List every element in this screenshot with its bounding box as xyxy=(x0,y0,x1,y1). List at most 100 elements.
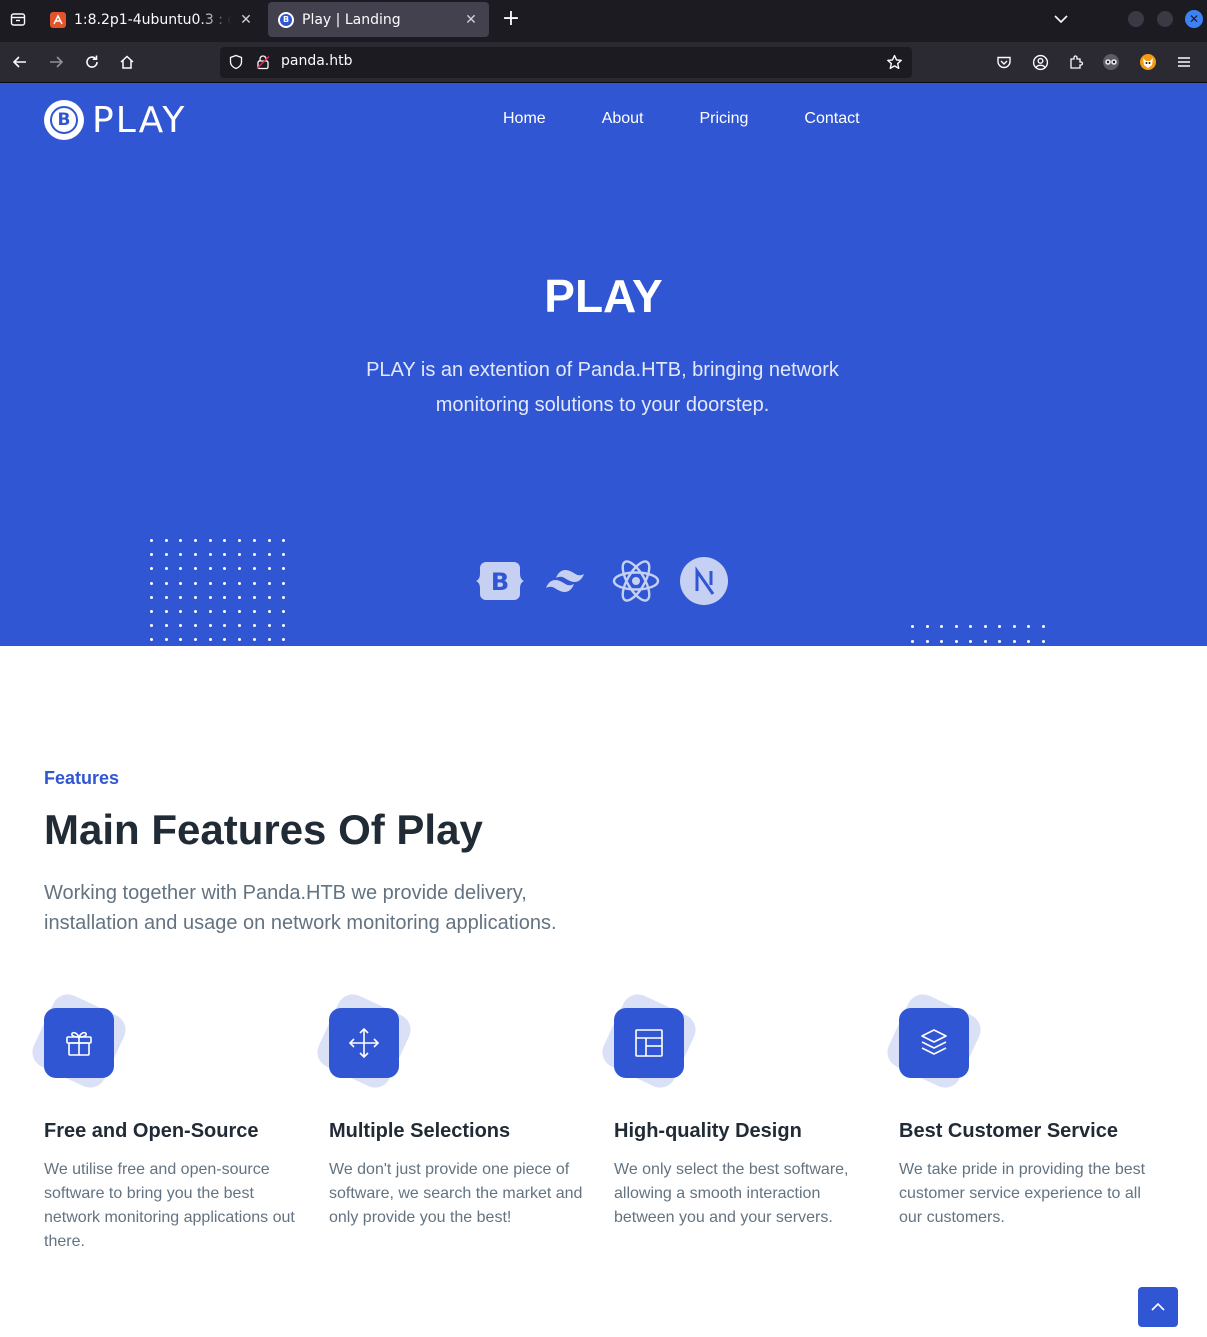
decorative-dot xyxy=(208,553,212,557)
new-tab-button[interactable]: + xyxy=(498,6,524,32)
maximize-window-button[interactable] xyxy=(1157,11,1173,27)
shield-icon[interactable] xyxy=(228,54,244,74)
tailwind-icon[interactable] xyxy=(544,557,592,605)
decorative-dot xyxy=(252,595,256,599)
close-tab-icon[interactable]: ✕ xyxy=(463,12,479,28)
decorative-dot xyxy=(223,638,227,642)
decorative-dot xyxy=(179,609,183,613)
decorative-dot xyxy=(252,539,256,542)
decorative-dot xyxy=(150,624,153,628)
decorative-dot xyxy=(150,539,153,542)
forward-icon[interactable] xyxy=(44,50,68,74)
decorative-dot xyxy=(1012,625,1016,628)
minimize-window-button[interactable] xyxy=(1128,11,1144,27)
features-tag: Features xyxy=(44,768,120,788)
address-bar[interactable]: panda.htb xyxy=(220,47,912,78)
play-favicon-icon: B xyxy=(278,11,294,28)
back-to-top-button[interactable] xyxy=(1138,1287,1178,1327)
feature-icon-wrap xyxy=(27,989,134,1093)
decorative-dot xyxy=(238,539,242,542)
back-icon[interactable] xyxy=(8,50,32,74)
nav-pricing[interactable]: Pricing xyxy=(700,110,749,128)
decorative-dot xyxy=(179,539,183,542)
bookmark-star-icon[interactable] xyxy=(886,54,903,75)
decorative-dot xyxy=(150,567,153,571)
reload-icon[interactable] xyxy=(80,50,104,74)
decorative-dot xyxy=(252,553,256,557)
decorative-dot xyxy=(267,581,271,585)
feature-card-open-source: Free and Open-Source We utilise free and… xyxy=(27,989,304,1250)
decorative-dot xyxy=(911,625,914,628)
decorative-dot xyxy=(208,624,212,628)
tab-play-landing[interactable]: B Play | Landing ✕ xyxy=(268,2,489,37)
decorative-dot xyxy=(267,553,271,557)
decorative-dot xyxy=(282,581,286,585)
feature-text: We utilise free and open-source software… xyxy=(44,1161,295,1250)
nav-about[interactable]: About xyxy=(602,110,644,128)
nav-contact[interactable]: Contact xyxy=(804,110,859,128)
react-icon[interactable] xyxy=(612,557,660,605)
decorative-dot xyxy=(238,553,242,557)
gift-icon xyxy=(44,1008,114,1078)
nav-home[interactable]: Home xyxy=(503,110,546,128)
decorative-dot xyxy=(282,567,286,571)
pocket-icon[interactable] xyxy=(992,50,1016,74)
extension-owl-icon[interactable] xyxy=(1099,50,1123,74)
decorative-dot xyxy=(223,539,227,542)
decorative-dot xyxy=(194,595,198,599)
account-icon[interactable] xyxy=(1028,50,1052,74)
insecure-lock-icon[interactable] xyxy=(255,54,271,74)
decorative-dot xyxy=(164,553,168,557)
decorative-dots-right xyxy=(911,625,1045,643)
decorative-dot xyxy=(925,625,929,628)
decorative-dot xyxy=(925,639,929,643)
hero-section: B PLAY Home About Pricing Contact PLAY P… xyxy=(0,83,1207,646)
decorative-dot xyxy=(267,609,271,613)
decorative-dot xyxy=(150,581,153,585)
nextjs-icon[interactable] xyxy=(680,557,728,605)
menu-icon[interactable] xyxy=(1172,50,1196,74)
decorative-dot xyxy=(1027,625,1030,628)
extensions-icon[interactable] xyxy=(1064,50,1088,74)
tab-overview-icon[interactable] xyxy=(0,0,36,38)
browser-toolbar: panda.htb xyxy=(0,42,1207,83)
decorative-dot xyxy=(179,638,183,642)
decorative-dot xyxy=(282,638,286,642)
feature-title: High-quality Design xyxy=(614,1120,802,1142)
decorative-dot xyxy=(223,553,227,557)
decorative-dot xyxy=(150,595,153,599)
decorative-dot xyxy=(164,595,168,599)
home-icon[interactable] xyxy=(115,50,139,74)
extension-fox-icon[interactable] xyxy=(1136,50,1160,74)
decorative-dot xyxy=(194,581,198,585)
decorative-dot xyxy=(150,553,153,557)
bootstrap-icon[interactable]: B xyxy=(476,557,524,605)
tab-title: Play | Landing xyxy=(302,11,401,28)
decorative-dot xyxy=(940,639,943,643)
decorative-dot xyxy=(238,567,242,571)
site-logo[interactable]: B PLAY xyxy=(44,100,186,141)
decorative-dot xyxy=(282,595,286,599)
features-title: Main Features Of Play xyxy=(44,806,483,853)
tab-title: 1:8.2p1-4ubuntu0.3 : openssh xyxy=(74,11,232,28)
feature-icon-wrap xyxy=(597,989,704,1093)
decorative-dot xyxy=(940,625,943,628)
decorative-dot xyxy=(194,539,198,542)
features-description: Working together with Panda.HTB we provi… xyxy=(44,882,557,934)
tab-openssh[interactable]: 1:8.2p1-4ubuntu0.3 : openssh ✕ xyxy=(40,2,264,37)
decorative-dot xyxy=(164,624,168,628)
hero-title: PLAY xyxy=(544,270,663,322)
decorative-dot xyxy=(1012,639,1016,643)
list-tabs-icon[interactable] xyxy=(1050,8,1072,30)
close-tab-icon[interactable]: ✕ xyxy=(238,12,254,28)
decorative-dot xyxy=(208,595,212,599)
close-window-button[interactable]: ✕ xyxy=(1185,10,1203,28)
move-icon xyxy=(329,1008,399,1078)
browser-tab-bar: 1:8.2p1-4ubuntu0.3 : openssh ✕ B Play | … xyxy=(0,0,1207,42)
feature-card-customer-service: Best Customer Service We take pride in p… xyxy=(882,989,1159,1226)
decorative-dot xyxy=(208,581,212,585)
decorative-dot xyxy=(194,638,198,642)
url-text[interactable]: panda.htb xyxy=(281,53,353,69)
decorative-dot xyxy=(267,624,271,628)
decorative-dot xyxy=(223,567,227,571)
